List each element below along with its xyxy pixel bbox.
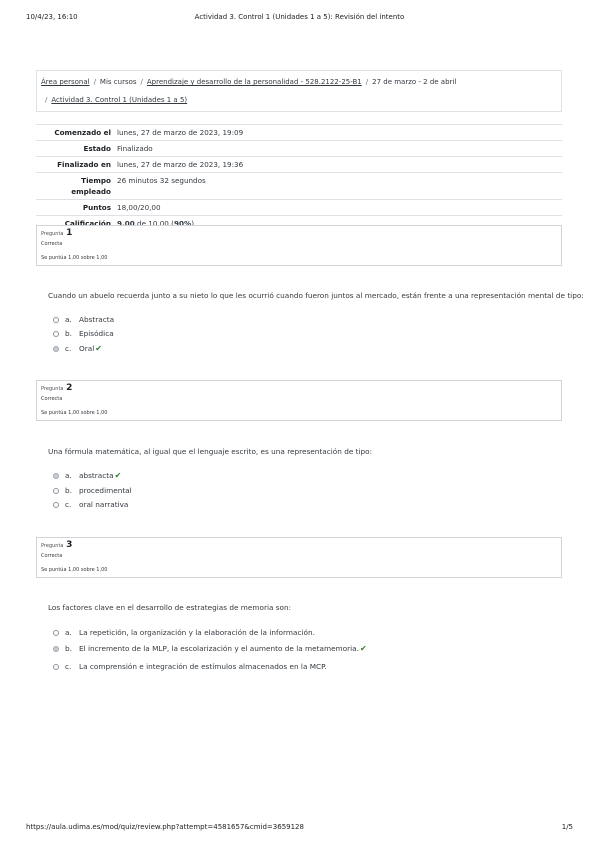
answer-option[interactable]: c. La comprensión e integración de estímu… xyxy=(53,662,327,672)
radio-button[interactable] xyxy=(53,502,59,508)
answer-letter: c. xyxy=(65,662,72,671)
answer-option[interactable]: c. Oral✔ xyxy=(53,344,102,354)
summary-row: Puntos 18,00/20,00 xyxy=(36,199,562,216)
answer-text: La repetición, la organización y la elab… xyxy=(79,628,315,637)
answer-option[interactable]: a. Abstracta xyxy=(53,315,114,325)
breadcrumb-week[interactable]: 27 de marzo - 2 de abril xyxy=(372,78,456,86)
answer-text: abstracta xyxy=(79,471,114,480)
summary-value: 26 minutos 32 segundos xyxy=(114,172,562,200)
breadcrumb: Área personal / Mis cursos / Aprendizaje y d… xyxy=(36,70,562,112)
answer-option[interactable]: b. El incremento de la MLP, la escolariza… xyxy=(53,644,367,654)
answer-text: oral narrativa xyxy=(79,500,129,509)
question-state: Correcta xyxy=(41,396,63,402)
summary-label: Tiempo empleado xyxy=(36,172,114,200)
breadcrumb-activity-link[interactable]: Actividad 3. Control 1 (Unidades 1 a 5) xyxy=(51,96,187,104)
radio-button[interactable] xyxy=(53,317,59,323)
question-text: Una fórmula matemática, al igual que el … xyxy=(48,447,373,456)
print-header: 10/4/23, 16:10 Actividad 3. Control 1 (U… xyxy=(26,13,573,23)
question-info-3: Pregunta 3 Correcta Se puntúa 1,00 sobre… xyxy=(36,537,562,578)
answer-text: La comprensión e integración de estímulo… xyxy=(79,662,327,671)
question-grade: Se puntúa 1,00 sobre 1,00 xyxy=(41,567,108,573)
answer-letter: b. xyxy=(65,644,72,653)
question-state: Correcta xyxy=(41,553,63,559)
summary-row: Comenzado el lunes, 27 de marzo de 2023,… xyxy=(36,124,562,141)
breadcrumb-separator: / xyxy=(93,78,96,86)
summary-label: Puntos xyxy=(36,199,114,216)
breadcrumb-home-link[interactable]: Área personal xyxy=(41,78,90,86)
answer-letter: b. xyxy=(65,486,72,495)
breadcrumb-separator: / xyxy=(140,78,143,86)
summary-label: Finalizado en xyxy=(36,156,114,173)
question-number-value: 3 xyxy=(66,540,73,550)
summary-row: Tiempo empleado 26 minutos 32 segundos xyxy=(36,172,562,200)
summary-row: Estado Finalizado xyxy=(36,140,562,157)
answer-text: Oral xyxy=(79,344,95,353)
radio-button[interactable] xyxy=(53,664,59,670)
answer-option[interactable]: a. abstracta✔ xyxy=(53,471,121,481)
question-info-2: Pregunta 2 Correcta Se puntúa 1,00 sobre… xyxy=(36,380,562,421)
answer-text: Episódica xyxy=(79,329,114,338)
radio-button[interactable] xyxy=(53,630,59,636)
radio-button-checked[interactable] xyxy=(53,646,59,652)
answer-option[interactable]: a. La repetición, la organización y la el… xyxy=(53,628,315,638)
answer-text: El incremento de la MLP, la escolarizaci… xyxy=(79,644,359,653)
answer-text: Abstracta xyxy=(79,315,115,324)
answer-option[interactable]: c. oral narrativa xyxy=(53,500,128,510)
question-text: Cuando un abuelo recuerda junto a su nie… xyxy=(48,291,584,300)
question-number: Pregunta 3 xyxy=(41,540,72,550)
answer-letter: b. xyxy=(65,329,72,338)
breadcrumb-my-courses[interactable]: Mis cursos xyxy=(100,78,137,86)
summary-value: lunes, 27 de marzo de 2023, 19:36 xyxy=(114,156,562,173)
question-info-1: Pregunta 1 Correcta Se puntúa 1,00 sobre… xyxy=(36,225,562,266)
breadcrumb-course-link[interactable]: Aprendizaje y desarrollo de la personali… xyxy=(147,78,362,86)
question-number: Pregunta 2 xyxy=(41,383,72,393)
summary-value: 18,00/20,00 xyxy=(114,199,562,216)
answer-letter: c. xyxy=(65,344,72,353)
attempt-summary-table: Comenzado el lunes, 27 de marzo de 2023,… xyxy=(36,124,562,232)
print-url: https://aula.udima.es/mod/quiz/review.ph… xyxy=(26,823,304,831)
summary-label: Comenzado el xyxy=(36,124,114,141)
question-text: Los factores clave en el desarrollo de e… xyxy=(48,603,292,612)
question-number: Pregunta 1 xyxy=(41,228,72,238)
print-title: Actividad 3. Control 1 (Unidades 1 a 5):… xyxy=(194,13,405,21)
answer-letter: a. xyxy=(65,628,72,637)
question-number-value: 1 xyxy=(66,228,73,238)
question-prefix: Pregunta xyxy=(41,543,64,549)
radio-button-checked[interactable] xyxy=(53,473,59,479)
breadcrumb-separator: / xyxy=(365,78,369,86)
question-prefix: Pregunta xyxy=(41,231,64,237)
question-prefix: Pregunta xyxy=(41,386,64,392)
summary-row: Finalizado en lunes, 27 de marzo de 2023… xyxy=(36,156,562,173)
answer-option[interactable]: b. procedimental xyxy=(53,486,132,496)
radio-button[interactable] xyxy=(53,488,59,494)
answer-letter: a. xyxy=(65,471,72,480)
print-footer: https://aula.udima.es/mod/quiz/review.ph… xyxy=(26,823,573,833)
radio-button[interactable] xyxy=(53,331,59,337)
answer-option[interactable]: b. Episódica xyxy=(53,329,114,339)
print-page-number: 1/5 xyxy=(561,823,573,831)
summary-label: Estado xyxy=(36,140,114,157)
correct-check-icon: ✔ xyxy=(95,344,102,353)
radio-button-checked[interactable] xyxy=(53,346,59,352)
question-grade: Se puntúa 1,00 sobre 1,00 xyxy=(41,255,108,261)
answer-letter: c. xyxy=(65,500,72,509)
question-grade: Se puntúa 1,00 sobre 1,00 xyxy=(41,410,108,416)
breadcrumb-separator: / xyxy=(45,96,48,104)
correct-check-icon: ✔ xyxy=(359,644,367,653)
correct-check-icon: ✔ xyxy=(114,471,122,480)
answer-text: procedimental xyxy=(79,486,132,495)
summary-value: Finalizado xyxy=(114,140,562,157)
summary-value: lunes, 27 de marzo de 2023, 19:09 xyxy=(114,124,562,141)
answer-letter: a. xyxy=(65,315,72,324)
question-state: Correcta xyxy=(41,241,63,247)
question-number-value: 2 xyxy=(66,383,73,393)
